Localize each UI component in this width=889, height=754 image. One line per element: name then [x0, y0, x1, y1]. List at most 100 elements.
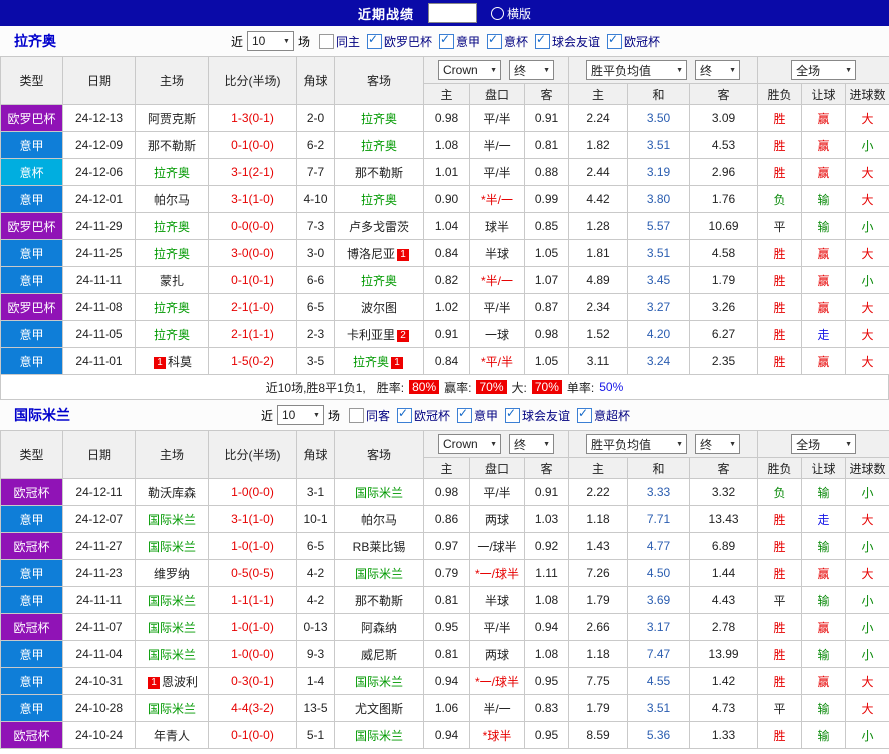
bookmaker-select[interactable]: Crown ▼ — [438, 60, 502, 80]
asian-final-select[interactable]: 终 ▼ — [509, 60, 555, 80]
wdl-final-select[interactable]: 终 ▼ — [695, 60, 741, 80]
filter-checkbox[interactable]: 欧罗巴杯 — [366, 33, 432, 50]
handicap-cell: *半/一 — [469, 185, 525, 213]
column-subheader: 主 — [423, 457, 470, 479]
scope-select[interactable]: 全场 ▼ — [791, 60, 857, 80]
score-cell: 1-1(1-1) — [208, 586, 297, 614]
red-card-badge: 1 — [397, 248, 409, 261]
filter-label: 意甲 — [474, 408, 499, 423]
home-team-cell: 那不勒斯 — [135, 131, 209, 159]
away-team-name: 国际米兰 — [354, 485, 403, 500]
away-win-odds-cell: 4.43 — [689, 586, 759, 614]
handicap-cell: 半球 — [469, 586, 525, 614]
corners-cell: 6-5 — [296, 532, 335, 560]
home-team-name: 科莫 — [167, 354, 192, 369]
match-row: 意甲 24-11-11 蒙扎 0-1(0-1) 6-6 拉齐奥 0.82 *半/一 1.07 4.… — [0, 266, 889, 294]
handicap-result-cell: 走 — [801, 505, 847, 533]
filter-checkbox[interactable]: 欧冠杯 — [396, 407, 450, 424]
wdl-average-select[interactable]: 胜平负均值 ▼ — [586, 434, 688, 454]
asian-final-select[interactable]: 终 ▼ — [509, 434, 555, 454]
wdl-odds-group-header: 胜平负均值 ▼ 终 ▼ — [568, 430, 759, 458]
goals-result-cell: 小 — [845, 586, 889, 614]
away-team-name: 卡利亚里 — [346, 327, 395, 342]
home-team-cell: 国际米兰 — [135, 532, 209, 560]
date-cell: 24-11-11 — [62, 266, 136, 294]
handicap-cell: 半/一 — [469, 131, 525, 159]
filter-checkbox[interactable]: 意超杯 — [577, 407, 630, 424]
asian-home-odds-cell: 0.94 — [423, 667, 470, 695]
radio-horizontal-layout[interactable]: 横版 — [491, 5, 531, 22]
match-row: 意甲 24-11-25 拉齐奥 3-0(0-0) 3-0 博洛尼亚 1 0.84 半球 1.05 1… — [0, 239, 889, 267]
filter-checkbox[interactable]: 意杯 — [487, 33, 528, 50]
result-cell: 胜 — [757, 293, 803, 321]
bookmaker-select[interactable]: Crown ▼ — [438, 434, 502, 454]
home-win-odds-cell: 2.22 — [568, 478, 629, 506]
home-team-cell: 拉齐奥 — [135, 239, 209, 267]
asian-home-odds-cell: 1.02 — [423, 293, 470, 321]
home-win-odds-cell: 2.66 — [568, 613, 629, 641]
asian-away-odds-cell: 0.99 — [523, 185, 570, 213]
filter-label: 欧罗巴杯 — [383, 34, 432, 49]
home-team-cell: 国际米兰 — [135, 505, 209, 533]
wdl-final-select-value: 终 — [700, 437, 713, 452]
filter-checkbox[interactable]: 球会友谊 — [535, 33, 600, 50]
handicap-result-cell: 赢 — [801, 293, 847, 321]
filter-checkbox[interactable]: 球会友谊 — [505, 407, 570, 424]
away-team-name: 那不勒斯 — [354, 593, 403, 608]
home-team-cell: 阿贾克斯 — [135, 104, 209, 132]
near-label: 近 — [230, 34, 243, 49]
home-team-name: 拉齐奥 — [153, 327, 190, 342]
filter-checkbox[interactable]: 意甲 — [439, 33, 480, 50]
column-subheader: 盘口 — [469, 457, 525, 479]
home-team-name: 国际米兰 — [147, 620, 196, 635]
away-team-name: 国际米兰 — [354, 728, 403, 743]
away-win-odds-cell: 13.99 — [689, 640, 759, 668]
draw-odds-cell: 3.51 — [627, 131, 691, 159]
match-row: 欧冠杯 24-11-27 国际米兰 1-0(1-0) 6-5 RB莱比锡 0.97 一/球半 0… — [0, 532, 889, 560]
match-row: 意甲 24-10-31 1 恩波利 0-3(0-1) 1-4 国际米兰 0.94 *一/球半 0.… — [0, 667, 889, 695]
match-row: 意甲 24-11-04 国际米兰 1-0(0-0) 9-3 威尼斯 0.81 两球 1.08 1.… — [0, 640, 889, 668]
result-group-header: 全场 ▼ — [757, 56, 889, 84]
away-team-cell: 阿森纳 — [334, 613, 424, 641]
recent-count-select[interactable]: 10 ▼ — [246, 31, 294, 51]
scope-select[interactable]: 全场 ▼ — [791, 434, 857, 454]
corners-cell: 10-1 — [296, 505, 335, 533]
away-team-name: 拉齐奥 — [360, 138, 397, 153]
away-team-cell: 国际米兰 — [334, 559, 424, 587]
away-team-name: 波尔图 — [360, 300, 397, 315]
filter-checkbox[interactable]: 同主 — [318, 33, 360, 50]
dropdown-arrow-icon: ▼ — [676, 66, 684, 74]
summary-value: 70% — [476, 380, 507, 394]
red-card-badge: 1 — [153, 356, 166, 369]
asian-home-odds-cell: 0.90 — [423, 185, 470, 213]
home-win-odds-cell: 1.18 — [568, 640, 629, 668]
filter-checkbox[interactable]: 同客 — [348, 407, 390, 424]
score-cell: 3-0(0-0) — [208, 239, 297, 267]
handicap-cell: *平/半 — [469, 347, 525, 375]
home-win-odds-cell: 4.89 — [568, 266, 629, 294]
wdl-average-select[interactable]: 胜平负均值 ▼ — [586, 60, 688, 80]
handicap-result-cell: 赢 — [801, 559, 847, 587]
result-cell: 胜 — [757, 559, 803, 587]
wdl-final-select[interactable]: 终 ▼ — [695, 434, 741, 454]
home-team-name: 帕尔马 — [153, 192, 190, 207]
score-cell: 1-0(0-0) — [208, 640, 297, 668]
score-cell: 2-1(1-1) — [208, 320, 297, 348]
filter-checkbox[interactable]: 欧冠杯 — [607, 33, 660, 50]
recent-count-select[interactable]: 10 ▼ — [276, 405, 324, 425]
home-team-name: 拉齐奥 — [153, 165, 190, 180]
away-team-cell: 拉齐奥 — [334, 131, 424, 159]
match-row: 欧冠杯 24-10-24 年青人 0-1(0-0) 5-1 国际米兰 0.94 *球半 0.95… — [0, 721, 889, 749]
away-team-cell: 拉齐奥 1 — [334, 347, 424, 375]
radio-vertical-layout[interactable]: 竖版 — [427, 3, 477, 23]
asian-away-odds-cell: 1.07 — [523, 266, 570, 294]
asian-away-odds-cell: 1.11 — [523, 559, 570, 587]
match-row: 意杯 24-12-06 拉齐奥 3-1(2-1) 7-7 那不勒斯 1.01 平/半 0.88 2… — [0, 158, 889, 186]
result-cell: 胜 — [757, 266, 803, 294]
away-team-cell: 国际米兰 — [334, 721, 424, 749]
summary-label: 单率: — [566, 380, 595, 395]
away-win-odds-cell: 3.26 — [689, 293, 759, 321]
filter-checkbox[interactable]: 意甲 — [457, 407, 498, 424]
checkbox-unchecked-icon — [318, 33, 334, 49]
away-team-name: 阿森纳 — [360, 620, 397, 635]
